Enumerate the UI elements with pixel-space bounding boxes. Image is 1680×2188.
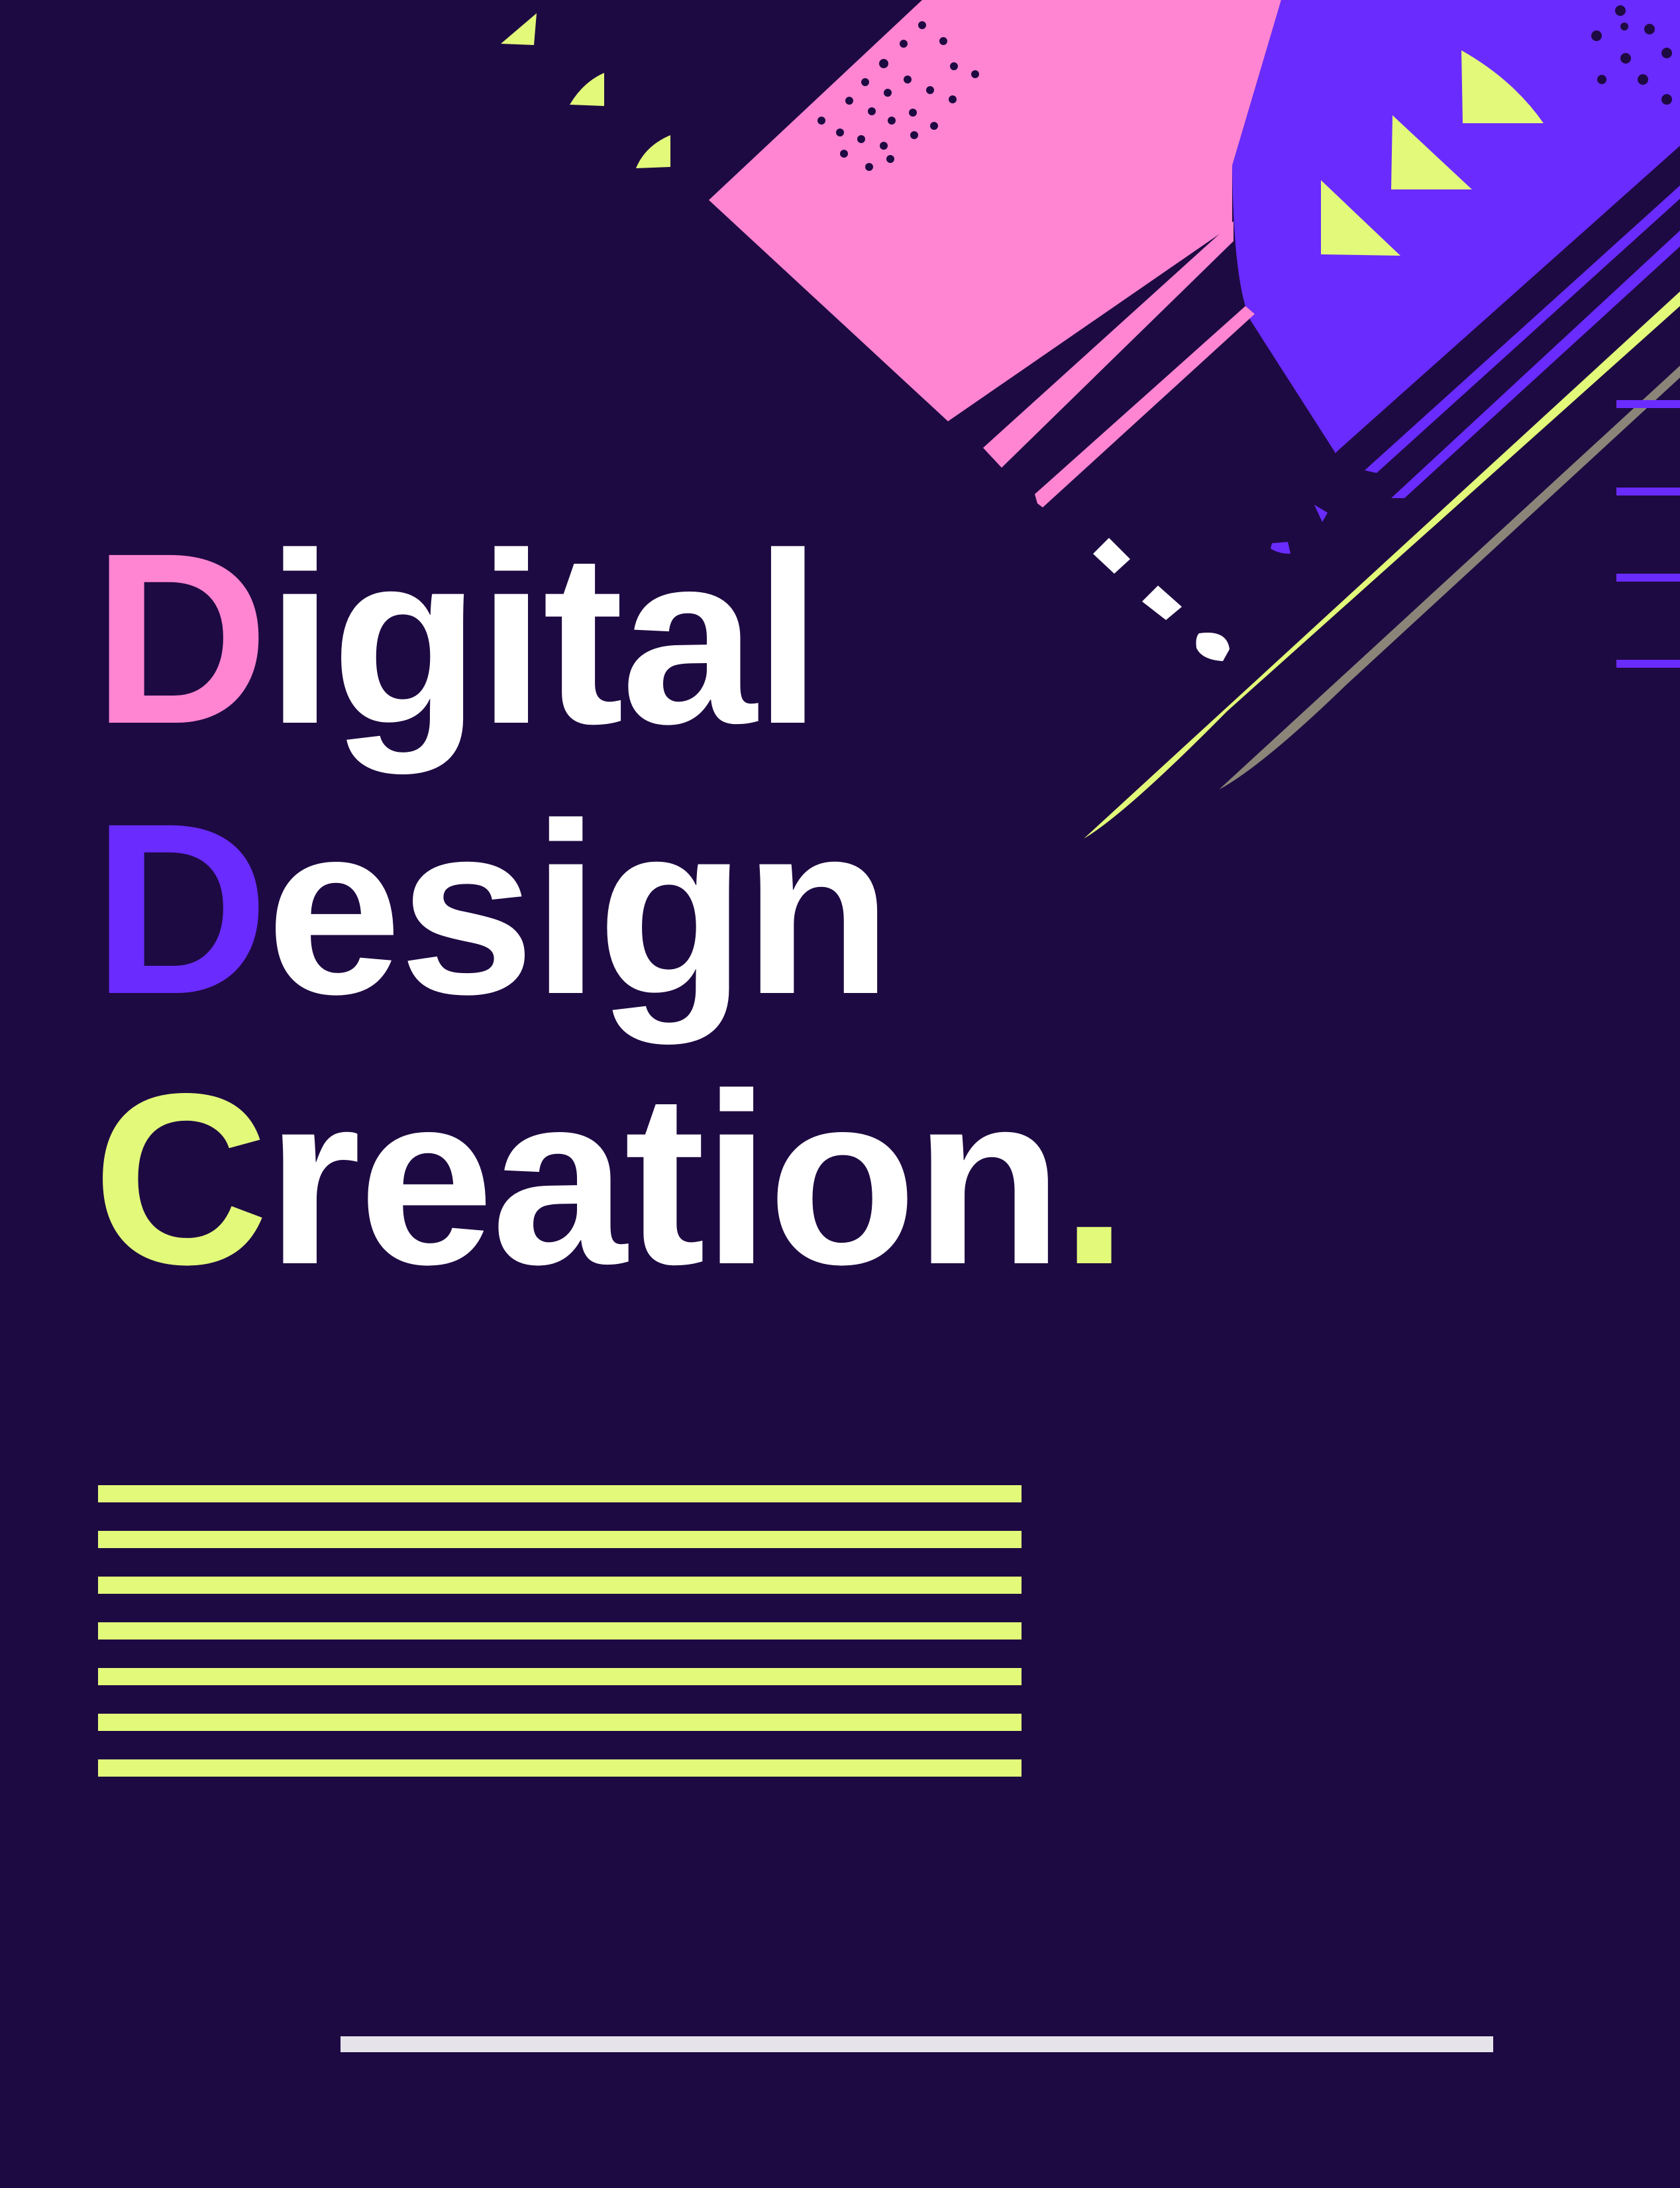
- lime-stripe: [98, 1714, 1022, 1731]
- grey-diagonal-line: [1219, 366, 1680, 790]
- headline-initial-d-violet: D: [93, 772, 269, 1045]
- headline-line-digital: Digital: [93, 503, 1126, 774]
- headline-word-creation: reation: [266, 1043, 1063, 1315]
- violet-edge-dash: [1616, 488, 1680, 495]
- lime-stripe: [98, 1577, 1022, 1594]
- headline-line-design: Design: [93, 774, 1126, 1044]
- lime-stripe: [98, 1531, 1022, 1548]
- violet-block: [1232, 0, 1680, 453]
- lime-shard: [636, 135, 670, 168]
- violet-edge-dash: [1616, 574, 1680, 582]
- headline-initial-c-lime: C: [93, 1043, 269, 1315]
- lime-stripe: [98, 1485, 1022, 1502]
- headline-initial-d-pink: D: [93, 502, 269, 774]
- headline-word-digital: igital: [266, 502, 822, 774]
- white-dash: [1142, 586, 1182, 620]
- poster: Digital Design Creation.: [0, 0, 1680, 2188]
- violet-edge-dash: [1616, 400, 1680, 408]
- lime-stripe: [98, 1668, 1022, 1685]
- lime-shard: [570, 73, 604, 106]
- headline-word-design: esign: [266, 772, 892, 1045]
- violet-drop: [1314, 505, 1328, 522]
- white-drop: [1196, 633, 1230, 661]
- bottom-rule: [341, 2036, 1493, 2052]
- violet-drop: [1271, 542, 1290, 554]
- headline: Digital Design Creation.: [93, 503, 1128, 1315]
- violet-edge-dash: [1616, 660, 1680, 668]
- headline-line-creation: Creation.: [93, 1043, 1128, 1315]
- lime-stripe-block: [98, 1485, 1022, 1805]
- headline-period: .: [1060, 1043, 1128, 1315]
- lime-stripe: [98, 1622, 1022, 1640]
- lime-shard: [501, 13, 537, 45]
- lime-stripe: [98, 1759, 1022, 1777]
